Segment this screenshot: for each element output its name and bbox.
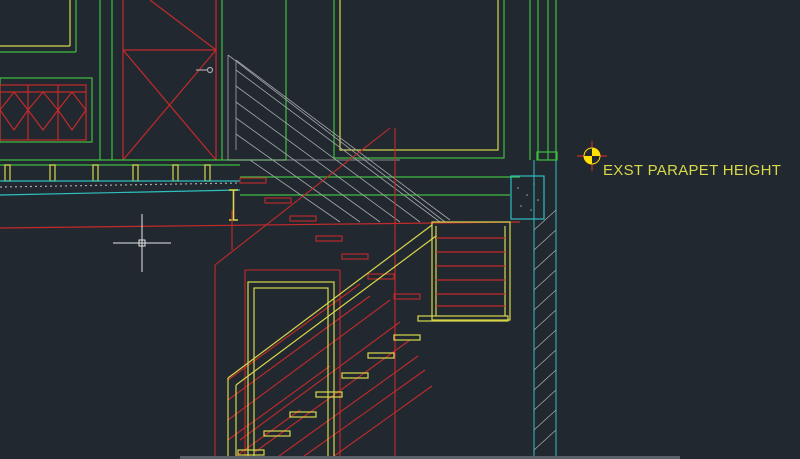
floor-slab — [0, 159, 521, 229]
upper-stair-hatch — [227, 54, 451, 223]
stair-stringer — [227, 221, 511, 459]
wall-hatch — [533, 160, 557, 459]
parapet-height-label[interactable]: EXST PARAPET HEIGHT — [603, 162, 781, 179]
upper-window-frame — [333, 0, 505, 159]
crosshair-cursor-icon — [113, 214, 171, 272]
cad-drawing[interactable] — [0, 0, 800, 459]
drawing-viewport[interactable]: EXST PARAPET HEIGHT — [0, 0, 800, 459]
left-window-frames — [0, 0, 93, 143]
landing-railing — [436, 237, 505, 307]
right-wall-lines — [529, 0, 558, 161]
left-door-elevation — [99, 0, 287, 161]
parapet-block — [510, 175, 545, 220]
